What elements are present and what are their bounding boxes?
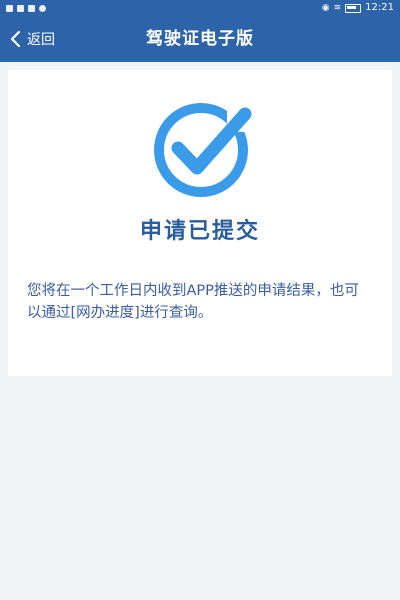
navigation-bar: 返回 驾驶证电子版 bbox=[0, 16, 400, 62]
status-time: 12:21 bbox=[365, 2, 394, 13]
page-title: 驾驶证电子版 bbox=[146, 29, 254, 49]
notification-icon bbox=[17, 4, 24, 12]
status-bar: ◉ ≋ 12:21 bbox=[0, 0, 400, 16]
signal-icon: ◉ bbox=[321, 3, 330, 13]
result-title: 申请已提交 bbox=[139, 219, 260, 244]
notification-icon bbox=[39, 4, 46, 12]
notification-icon bbox=[6, 4, 13, 12]
battery-icon bbox=[345, 3, 362, 13]
result-card: 申请已提交 您将在一个工作日内收到APP推送的申请结果，也可以通过[网办进度]进… bbox=[8, 70, 392, 376]
notification-icon bbox=[28, 4, 35, 12]
check-circle-icon bbox=[154, 98, 257, 197]
result-description: 您将在一个工作日内收到APP推送的申请结果，也可以通过[网办进度]进行查询。 bbox=[27, 283, 359, 321]
notification-icons bbox=[6, 0, 46, 16]
system-icons: ◉ ≋ 12:21 bbox=[322, 0, 394, 16]
wifi-icon: ≋ bbox=[333, 3, 342, 13]
